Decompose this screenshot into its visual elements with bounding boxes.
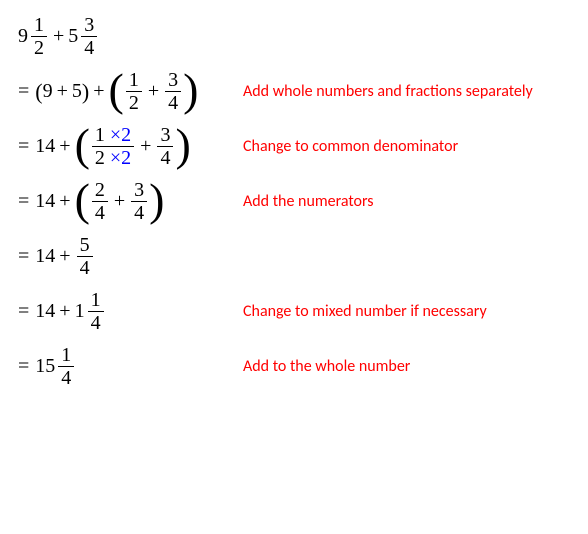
number: 14: [35, 245, 55, 268]
annotation-text: Add the numerators: [243, 192, 374, 211]
number: 14: [35, 135, 55, 158]
numerator: 1: [88, 290, 104, 312]
left-paren: (: [35, 79, 42, 105]
math-expr-4: = 14 + ( 2 4 + 3 4 ): [18, 180, 233, 223]
whole-part: 15: [35, 355, 55, 378]
numerator: 2: [92, 180, 108, 202]
denominator: 4: [88, 312, 104, 333]
denominator: 4: [165, 92, 181, 113]
fraction: 1 ×2 2 ×2: [92, 125, 134, 168]
number: 14: [35, 190, 55, 213]
den-part: 2: [95, 148, 105, 168]
annotation-text: Change to common denominator: [243, 137, 458, 156]
plus-operator: +: [93, 80, 104, 103]
denominator: 2: [126, 92, 142, 113]
denominator: 4: [92, 202, 108, 223]
fraction: 1 2: [31, 15, 47, 58]
number: 5: [72, 80, 82, 103]
step-4: = 14 + ( 2 4 + 3 4 ) Add the numerators: [18, 180, 570, 223]
step-2: = ( 9 + 5 ) + ( 1 2 + 3 4 ) Add whole nu…: [18, 70, 570, 113]
fraction: 3 4: [131, 180, 147, 223]
denominator: 4: [58, 367, 74, 388]
denominator: 2 ×2: [92, 147, 134, 168]
numerator: 3: [81, 15, 97, 37]
math-expr-1: 9 1 2 + 5 3 4: [18, 15, 233, 58]
fraction: 3 4: [157, 125, 173, 168]
plus-operator: +: [114, 190, 125, 213]
num-part: 1: [95, 125, 105, 145]
step-7: = 15 1 4 Add to the whole number: [18, 345, 570, 388]
multiply-factor: ×2: [110, 148, 131, 168]
step-6: = 14 + 1 1 4 Change to mixed number if n…: [18, 290, 570, 333]
fraction: 1 2: [126, 70, 142, 113]
annotation-text: Add to the whole number: [243, 357, 410, 376]
numerator: 5: [77, 235, 93, 257]
numerator: 1 ×2: [92, 125, 134, 147]
plus-operator: +: [140, 135, 151, 158]
mixed-number: 5 3 4: [68, 15, 99, 58]
equals-sign: =: [18, 245, 29, 268]
fraction: 2 4: [92, 180, 108, 223]
numerator: 1: [58, 345, 74, 367]
whole-part: 9: [18, 25, 28, 48]
fraction: 3 4: [165, 70, 181, 113]
equals-sign: =: [18, 300, 29, 323]
annotation-text: Add whole numbers and fractions separate…: [243, 82, 533, 101]
math-expr-5: = 14 + 5 4: [18, 235, 233, 278]
mixed-number: 15 1 4: [35, 345, 76, 388]
plus-operator: +: [59, 135, 70, 158]
fraction: 3 4: [81, 15, 97, 58]
fraction: 1 4: [58, 345, 74, 388]
step-3: = 14 + ( 1 ×2 2 ×2 + 3 4 ) Change to com…: [18, 125, 570, 168]
fraction: 1 4: [88, 290, 104, 333]
number: 9: [43, 80, 53, 103]
math-expr-2: = ( 9 + 5 ) + ( 1 2 + 3 4 ): [18, 70, 233, 113]
annotation-text: Change to mixed number if necessary: [243, 302, 487, 321]
right-paren: ): [82, 79, 89, 105]
mixed-number: 1 1 4: [75, 290, 106, 333]
number: 14: [35, 300, 55, 323]
math-expr-7: = 15 1 4: [18, 345, 233, 388]
denominator: 4: [81, 37, 97, 58]
equals-sign: =: [18, 135, 29, 158]
numerator: 3: [131, 180, 147, 202]
plus-operator: +: [59, 245, 70, 268]
equals-sign: =: [18, 190, 29, 213]
plus-operator: +: [59, 300, 70, 323]
numerator: 1: [126, 70, 142, 92]
equals-sign: =: [18, 80, 29, 103]
plus-operator: +: [57, 80, 68, 103]
step-5: = 14 + 5 4: [18, 235, 570, 278]
plus-operator: +: [59, 190, 70, 213]
plus-operator: +: [148, 80, 159, 103]
denominator: 2: [31, 37, 47, 58]
equals-sign: =: [18, 355, 29, 378]
numerator: 3: [165, 70, 181, 92]
math-expr-3: = 14 + ( 1 ×2 2 ×2 + 3 4 ): [18, 125, 233, 168]
plus-operator: +: [53, 25, 64, 48]
numerator: 1: [31, 15, 47, 37]
numerator: 3: [157, 125, 173, 147]
denominator: 4: [131, 202, 147, 223]
mixed-number: 9 1 2: [18, 15, 49, 58]
whole-part: 5: [68, 25, 78, 48]
math-expr-6: = 14 + 1 1 4: [18, 290, 233, 333]
whole-part: 1: [75, 300, 85, 323]
fraction: 5 4: [77, 235, 93, 278]
step-1: 9 1 2 + 5 3 4: [18, 15, 570, 58]
multiply-factor: ×2: [110, 125, 131, 145]
denominator: 4: [77, 257, 93, 278]
denominator: 4: [157, 147, 173, 168]
